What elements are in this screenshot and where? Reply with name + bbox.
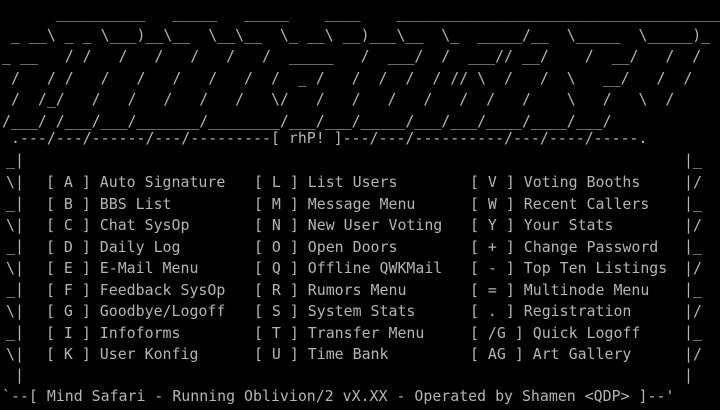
menu-item-list-users[interactable]: [ L ] List Users bbox=[254, 172, 442, 194]
menu-item-quick-logoff[interactable]: [ /G ] Quick Logoff bbox=[470, 323, 667, 345]
logo-line: /___/ /___/___/_______/________/___/___/… bbox=[2, 111, 621, 130]
menu-column-2: [ L ] List Users [ M ] Message Menu [ N … bbox=[254, 172, 442, 366]
menu-item-bbs-list[interactable]: [ B ] BBS List bbox=[46, 194, 225, 216]
menu-item-recent-callers[interactable]: [ W ] Recent Callers bbox=[470, 194, 667, 216]
menu-item-chat-sysop[interactable]: [ C ] Chat SysOp bbox=[46, 215, 225, 237]
logo-line: _ __\ _ _ \___)__\__ \__\__ \_ __\ __)__… bbox=[2, 25, 711, 44]
status-line: `--[ Mind Safari - Running Oblivion/2 vX… bbox=[2, 387, 675, 405]
menu-item-transfer-menu[interactable]: [ T ] Transfer Menu bbox=[254, 323, 442, 345]
logo-line: _ __ / / / / / / / _____ / ___/ / ___// … bbox=[2, 47, 720, 65]
menu-item-system-stats[interactable]: [ S ] System Stats bbox=[254, 301, 442, 323]
menu-item-new-user-voting[interactable]: [ N ] New User Voting bbox=[254, 215, 442, 237]
menu-column-3: [ V ] Voting Booths [ W ] Recent Callers… bbox=[470, 172, 667, 366]
menu-item-rumors-menu[interactable]: [ R ] Rumors Menu bbox=[254, 280, 442, 302]
menu-item-user-konfig[interactable]: [ K ] User Konfig bbox=[46, 344, 225, 366]
menu-item-offline-qwkmail[interactable]: [ Q ] Offline QWKMail bbox=[254, 258, 442, 280]
menu-item-open-doors[interactable]: [ O ] Open Doors bbox=[254, 237, 442, 259]
logo-line: / / / / / / / / / _ / / / / / // \ / / \… bbox=[2, 68, 693, 87]
menu-item-art-gallery[interactable]: [ AG ] Art Gallery bbox=[470, 344, 667, 366]
menu-column-1: [ A ] Auto Signature [ B ] BBS List [ C … bbox=[46, 172, 225, 366]
menu-frame-left-border: _| \| _| \| _| \| _| \| _| \| | bbox=[6, 151, 24, 384]
terminal-screen: __________ _____ _____ ____ ____________… bbox=[0, 0, 720, 410]
logo-line: / /_/ / / / / / \/ / / / / / / / \ / \ / bbox=[2, 90, 675, 108]
menu-item-goodbye-logoff[interactable]: [ G ] Goodbye/Logoff bbox=[46, 301, 225, 323]
menu-item-time-bank[interactable]: [ U ] Time Bank bbox=[254, 344, 442, 366]
menu-item-email-menu[interactable]: [ E ] E-Mail Menu bbox=[46, 258, 225, 280]
menu-item-top-ten-listings[interactable]: [ - ] Top Ten Listings bbox=[470, 258, 667, 280]
menu-item-voting-booths[interactable]: [ V ] Voting Booths bbox=[470, 172, 667, 194]
logo-line: __________ _____ _____ ____ ____________… bbox=[2, 4, 720, 22]
menu-item-change-password[interactable]: [ + ] Change Password bbox=[470, 237, 667, 259]
menu-item-multinode-menu[interactable]: [ = ] Multinode Menu bbox=[470, 280, 667, 302]
menu-item-registration[interactable]: [ . ] Registration bbox=[470, 301, 667, 323]
menu-item-auto-signature[interactable]: [ A ] Auto Signature bbox=[46, 172, 225, 194]
menu-frame-top: .---/---/------/---/---------[ rhP! ]---… bbox=[2, 129, 648, 147]
menu-item-your-stats[interactable]: [ Y ] Your Stats bbox=[470, 215, 667, 237]
menu-item-infoforms[interactable]: [ I ] Infoforms bbox=[46, 323, 225, 345]
menu-item-message-menu[interactable]: [ M ] Message Menu bbox=[254, 194, 442, 216]
menu-item-feedback-sysop[interactable]: [ F ] Feedback SysOp bbox=[46, 280, 225, 302]
ascii-logo: __________ _____ _____ ____ ____________… bbox=[2, 3, 720, 132]
menu-frame-right-border: |_ |/ |_ |/ |_ |/ |_ |/ |_ |/ | bbox=[684, 151, 702, 384]
menu-item-daily-log[interactable]: [ D ] Daily Log bbox=[46, 237, 225, 259]
